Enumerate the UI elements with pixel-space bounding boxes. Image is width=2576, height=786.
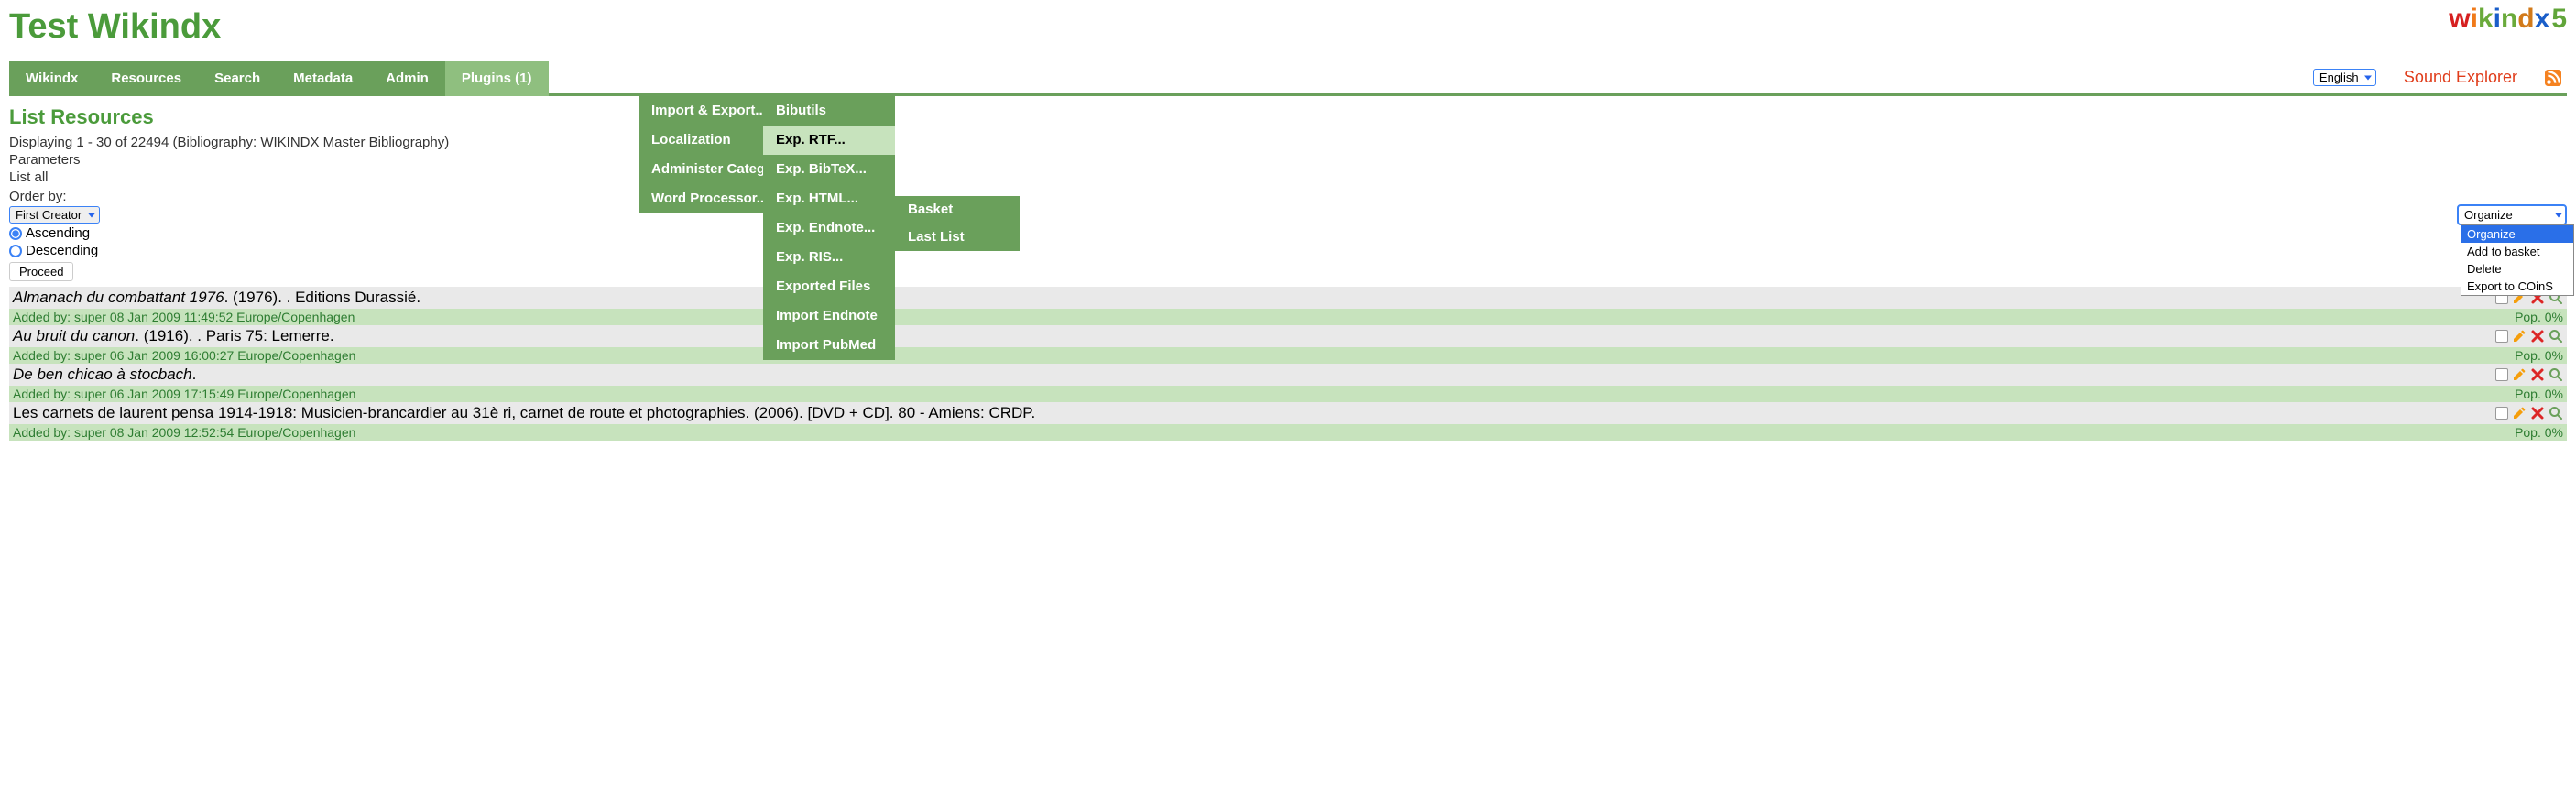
select-checkbox[interactable] [2495,368,2508,381]
language-select-wrap: English [2313,69,2376,86]
submenu-exp-endnote[interactable]: Exp. Endnote... [763,213,895,243]
import-export-submenu: Bibutils Exp. RTF... Exp. BibTeX... Exp.… [763,96,895,360]
added-by-text: Added by: super 08 Jan 2009 12:52:54 Eur… [13,425,355,440]
popularity-text: Pop. 0% [2515,387,2563,401]
resource-meta-row: Added by: super 06 Jan 2009 17:15:49 Eur… [9,386,2567,402]
resource-actions [2495,367,2563,382]
menu-plugins[interactable]: Plugins (1) [445,61,549,96]
submenu-exp-ris[interactable]: Exp. RIS... [763,243,895,272]
resource-meta-row: Added by: super 06 Jan 2009 16:00:27 Eur… [9,347,2567,364]
main-menubar: Wikindx Resources Search Metadata Admin … [9,61,2567,96]
submenu-import-pubmed[interactable]: Import PubMed [763,331,895,360]
order-by-label: Order by: [9,189,67,204]
submenu-import-endnote[interactable]: Import Endnote [763,301,895,331]
descending-label: Descending [26,243,98,258]
organize-select[interactable]: Organize [2457,204,2567,225]
added-by-text: Added by: super 06 Jan 2009 16:00:27 Eur… [13,348,355,363]
menu-admin[interactable]: Admin [369,61,445,96]
language-select[interactable]: English [2313,69,2376,86]
ascending-radio[interactable] [9,227,22,240]
resource-row: Almanach du combattant 1976. (1976). . E… [9,287,2567,309]
logo: wikindx5 [2449,4,2567,35]
submenu-last-list[interactable]: Last List [895,224,1020,251]
view-icon[interactable] [2549,406,2563,420]
edit-icon[interactable] [2512,367,2527,382]
organize-option-add-to-basket[interactable]: Add to basket [2461,243,2573,260]
menu-search[interactable]: Search [198,61,277,96]
plugins-submenu: Import & Export... Localization Administ… [639,96,763,213]
edit-icon[interactable] [2512,406,2527,420]
delete-icon[interactable] [2530,367,2545,382]
submenu-exported-files[interactable]: Exported Files [763,272,895,301]
submenu-admin-categories[interactable]: Administer Categories... [639,155,763,184]
organize-panel: Organize Organize Add to basket Delete E… [2429,204,2567,301]
popularity-text: Pop. 0% [2515,425,2563,440]
menubar-spacer [549,61,2313,96]
organize-dropdown: Organize Add to basket Delete Export to … [2461,224,2574,296]
submenu-basket[interactable]: Basket [895,196,1020,224]
results-list: Almanach du combattant 1976. (1976). . E… [9,287,2567,441]
resource-meta-row: Added by: super 08 Jan 2009 11:49:52 Eur… [9,309,2567,325]
site-title: Test Wikindx [9,7,221,47]
delete-icon[interactable] [2530,406,2545,420]
displaying-line: Displaying 1 - 30 of 22494 (Bibliography… [9,135,2567,150]
added-by-text: Added by: super 06 Jan 2009 17:15:49 Eur… [13,387,355,401]
resource-title[interactable]: Au bruit du canon. (1916). . Paris 75: L… [13,327,2495,345]
view-icon[interactable] [2549,367,2563,382]
edit-icon[interactable] [2512,329,2527,344]
resource-actions [2495,329,2563,344]
ascending-label: Ascending [26,225,90,241]
exp-rtf-submenu: Basket Last List [895,196,1020,251]
resource-title[interactable]: Almanach du combattant 1976. (1976). . E… [13,289,2495,307]
proceed-button[interactable]: Proceed [9,262,73,281]
parameters-label: Parameters [9,152,2567,168]
select-checkbox[interactable] [2495,407,2508,420]
submenu-exp-html[interactable]: Exp. HTML... [763,184,895,213]
order-by-select[interactable]: First Creator [9,206,100,224]
menu-wikindx[interactable]: Wikindx [9,61,94,96]
resource-row: De ben chicao à stocbach. [9,364,2567,386]
submenu-localization[interactable]: Localization [639,126,763,155]
descending-radio[interactable] [9,245,22,257]
submenu-exp-bibtex[interactable]: Exp. BibTeX... [763,155,895,184]
submenu-bibutils[interactable]: Bibutils [763,96,895,126]
submenu-import-export[interactable]: Import & Export... [639,96,763,126]
view-icon[interactable] [2549,329,2563,344]
resource-title[interactable]: Les carnets de laurent pensa 1914-1918: … [13,404,2495,422]
list-all-label: List all [9,169,2567,185]
submenu-exp-rtf[interactable]: Exp. RTF... [763,126,895,155]
organize-option-export-coins[interactable]: Export to COinS [2461,278,2573,295]
organize-option-organize[interactable]: Organize [2461,225,2573,243]
sound-explorer-link[interactable]: Sound Explorer [2404,68,2517,87]
submenu-word-processor[interactable]: Word Processor... [639,184,763,213]
resource-meta-row: Added by: super 08 Jan 2009 12:52:54 Eur… [9,424,2567,441]
menu-metadata[interactable]: Metadata [277,61,369,96]
popularity-text: Pop. 0% [2515,348,2563,363]
rss-icon[interactable] [2545,70,2561,86]
popularity-text: Pop. 0% [2515,310,2563,324]
select-checkbox[interactable] [2495,330,2508,343]
menu-resources[interactable]: Resources [94,61,198,96]
resource-row: Les carnets de laurent pensa 1914-1918: … [9,402,2567,424]
organize-option-delete[interactable]: Delete [2461,260,2573,278]
page-title: List Resources [9,105,2567,129]
order-by-select-wrap: First Creator [9,206,100,224]
delete-icon[interactable] [2530,329,2545,344]
resource-title[interactable]: De ben chicao à stocbach. [13,366,2495,384]
resource-actions [2495,406,2563,420]
resource-row: Au bruit du canon. (1916). . Paris 75: L… [9,325,2567,347]
added-by-text: Added by: super 08 Jan 2009 11:49:52 Eur… [13,310,355,324]
